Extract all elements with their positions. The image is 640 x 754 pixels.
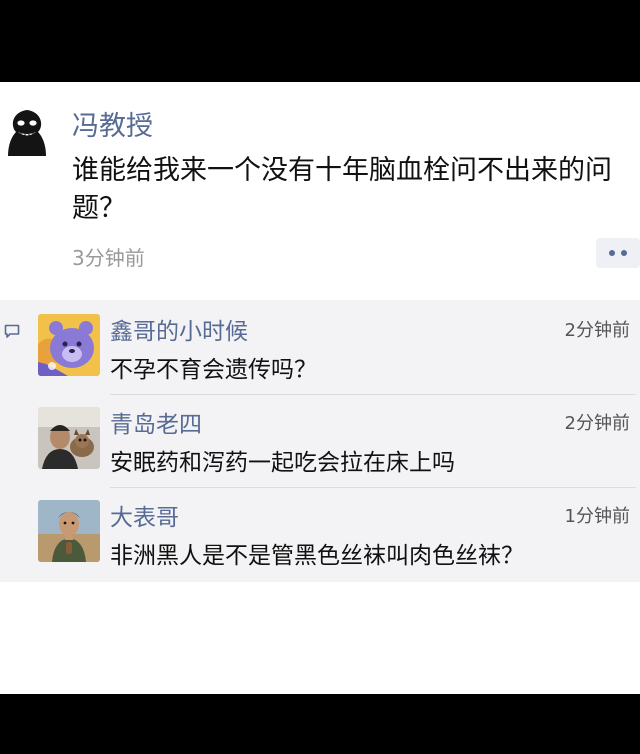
comment-avatar[interactable] [38, 314, 100, 376]
moments-post: 冯教授 谁能给我来一个没有十年脑血栓问不出来的问题？ 3分钟前 [0, 82, 640, 312]
comment-time: 2分钟前 [564, 320, 630, 341]
moments-screen: 冯教授 谁能给我来一个没有十年脑血栓问不出来的问题？ 3分钟前 鑫哥的小时候 2… [0, 82, 640, 694]
more-dots-icon [621, 250, 627, 256]
comment-avatar[interactable] [38, 407, 100, 469]
comment-item: 青岛老四 2分钟前 安眠药和泻药一起吃会拉在床上吗 [38, 393, 634, 485]
comments-section: 鑫哥的小时候 2分钟前 不孕不育会遗传吗？ 青岛老四 2分钟前 安眠药和泻药一起… [0, 300, 640, 582]
comment-time: 2分钟前 [564, 413, 630, 434]
more-options-button[interactable] [596, 238, 640, 268]
comment-text[interactable]: 安眠药和泻药一起吃会拉在床上吗 [110, 443, 455, 477]
purple-bear-avatar-icon [38, 314, 100, 376]
comment-avatar[interactable] [38, 500, 100, 562]
more-dots-icon [609, 250, 615, 256]
man-with-dog-avatar-icon [38, 407, 100, 469]
comment-author[interactable]: 鑫哥的小时候 [110, 312, 248, 346]
comment-time: 1分钟前 [564, 506, 630, 527]
post-time: 3分钟前 [72, 246, 145, 270]
dark-face-avatar-icon [2, 106, 52, 156]
comment-bubble-icon [4, 323, 20, 339]
post-avatar[interactable] [2, 106, 52, 156]
child-photo-avatar-icon [38, 500, 100, 562]
post-author[interactable]: 冯教授 [72, 104, 153, 143]
comment-author[interactable]: 青岛老四 [110, 405, 202, 439]
comment-item: 大表哥 1分钟前 非洲黑人是不是管黑色丝袜叫肉色丝袜？ [38, 486, 634, 578]
comment-text[interactable]: 非洲黑人是不是管黑色丝袜叫肉色丝袜？ [110, 536, 524, 570]
post-text: 谁能给我来一个没有十年脑血栓问不出来的问题？ [72, 155, 612, 224]
comment-text[interactable]: 不孕不育会遗传吗？ [110, 350, 317, 384]
comment-item: 鑫哥的小时候 2分钟前 不孕不育会遗传吗？ [38, 300, 634, 392]
comment-author[interactable]: 大表哥 [110, 498, 179, 532]
